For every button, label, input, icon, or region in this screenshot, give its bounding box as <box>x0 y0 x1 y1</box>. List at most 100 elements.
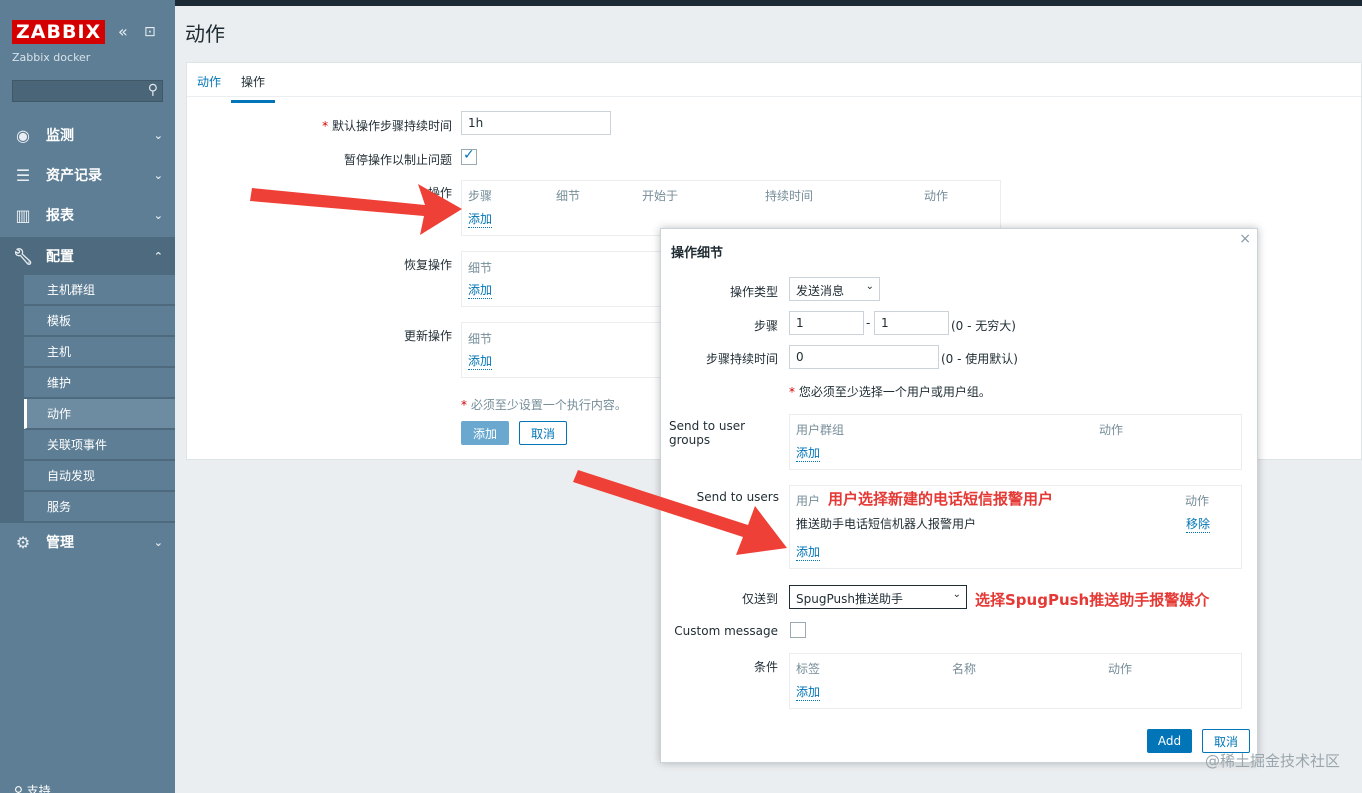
close-icon[interactable]: × <box>1239 231 1251 247</box>
nav-label: 资产记录 <box>46 168 102 184</box>
submenu-hosts[interactable]: 主机 <box>24 337 175 367</box>
col-details: 细节 <box>556 189 581 203</box>
col-tag: 标签 <box>796 662 821 676</box>
annotation-users-note: 用户选择新建的电话短信报警用户 <box>828 490 1054 508</box>
kiosk-mode-icon[interactable]: ⊡ <box>144 24 156 40</box>
nav-inventory[interactable]: ☰ 资产记录 ⌄ <box>0 156 175 194</box>
col-duration: 持续时间 <box>765 189 814 203</box>
step-to-input[interactable]: 1 <box>874 311 949 335</box>
nav-label: 报表 <box>46 208 74 224</box>
search-icon[interactable]: ⚲ <box>148 82 158 98</box>
custom-message-label: Custom message <box>674 624 778 638</box>
nav-configuration[interactable]: 🔧︎ 配置 ⌃ <box>0 237 175 275</box>
tab-operations[interactable]: 操作 <box>231 73 276 103</box>
support-label: 支持 <box>26 784 51 793</box>
chevron-down-icon: ⌄ <box>865 281 874 292</box>
collapse-sidebar-icon[interactable]: « <box>118 22 128 41</box>
dialog-title: 操作细节 <box>671 246 724 261</box>
steps-hint: (0 - 无穷大) <box>951 319 1016 333</box>
configuration-submenu: 主机群组 模板 主机 维护 动作 关联项事件 自动发现 服务 <box>0 275 175 523</box>
default-step-duration-label: * 默认操作步骤持续时间 <box>322 119 452 133</box>
chevron-down-icon: ⌄ <box>153 535 163 549</box>
step-duration-input[interactable]: 0 <box>789 345 939 369</box>
recovery-label: 恢复操作 <box>403 258 452 272</box>
users-add-link[interactable]: 添加 <box>796 543 821 561</box>
tab-bar: 动作 操作 <box>187 63 1361 103</box>
nav-administration[interactable]: ⚙ 管理 ⌄ <box>0 523 175 561</box>
custom-message-checkbox[interactable] <box>790 622 806 638</box>
recovery-table: 细节 添加 <box>461 251 661 307</box>
nav-monitoring[interactable]: ◉ 监测 ⌄ <box>0 116 175 154</box>
conditions-table: 标签 名称 动作 添加 <box>789 653 1242 709</box>
nav-label: 管理 <box>46 535 74 551</box>
operations-label: 操作 <box>427 186 452 200</box>
col-details: 细节 <box>468 261 493 275</box>
eye-icon: ◉ <box>16 125 30 145</box>
dialog-add-button[interactable]: Add <box>1147 729 1192 753</box>
groups-add-link[interactable]: 添加 <box>796 444 821 462</box>
send-users-label: Send to users <box>696 490 779 504</box>
col-action: 动作 <box>924 189 949 203</box>
search-input[interactable]: ⚲ <box>12 80 163 102</box>
support-link[interactable]: ⚲ 支持 <box>14 782 51 793</box>
step-duration-hint: (0 - 使用默认) <box>941 352 1018 366</box>
operation-type-label: 操作类型 <box>729 285 778 299</box>
col-user-group: 用户群组 <box>796 423 845 437</box>
submenu-actions[interactable]: 动作 <box>24 399 175 429</box>
update-label: 更新操作 <box>403 329 452 343</box>
submenu-event-correlation[interactable]: 关联项事件 <box>24 430 175 460</box>
submenu-discovery[interactable]: 自动发现 <box>24 461 175 491</box>
operation-type-select[interactable]: 发送消息 ⌄ <box>789 277 880 301</box>
col-name: 名称 <box>952 662 977 676</box>
watermark: @稀土掘金技术社区 <box>1204 752 1340 770</box>
submenu-services[interactable]: 服务 <box>24 492 175 522</box>
chevron-up-icon: ⌃ <box>153 249 163 263</box>
server-name: Zabbix docker <box>12 51 91 64</box>
page-title: 动作 <box>185 22 225 46</box>
user-row-name: 推送助手电话短信机器人报警用户 <box>796 517 977 531</box>
col-step: 步骤 <box>468 189 493 203</box>
nav-reports[interactable]: ▥ 报表 ⌄ <box>0 196 175 234</box>
remove-user-link[interactable]: 移除 <box>1186 515 1211 533</box>
bar-chart-icon: ▥ <box>15 205 31 225</box>
submenu-host-groups[interactable]: 主机群组 <box>24 275 175 305</box>
user-required-note: * 您必须至少选择一个用户或用户组。 <box>789 385 991 399</box>
chevron-down-icon: ⌄ <box>153 168 163 182</box>
submenu-templates[interactable]: 模板 <box>24 306 175 336</box>
submenu-maintenance[interactable]: 维护 <box>24 368 175 398</box>
cancel-button[interactable]: 取消 <box>519 421 567 445</box>
update-table: 细节 添加 <box>461 322 661 378</box>
nav-label: 配置 <box>46 249 74 265</box>
col-action: 动作 <box>1099 423 1124 437</box>
sidebar: ZABBIX « ⊡ Zabbix docker ⚲ ◉ 监测 ⌄ ☰ 资产记录… <box>0 0 175 793</box>
send-only-label: 仅送到 <box>741 592 778 606</box>
default-step-duration-input[interactable]: 1h <box>461 111 611 135</box>
nav-label: 监测 <box>46 128 74 144</box>
zabbix-logo[interactable]: ZABBIX <box>12 20 106 44</box>
conditions-add-link[interactable]: 添加 <box>796 683 821 701</box>
chevron-down-icon: ⌄ <box>153 128 163 142</box>
step-from-input[interactable]: 1 <box>789 311 864 335</box>
gear-icon: ⚙ <box>15 532 31 552</box>
steps-label: 步骤 <box>753 319 778 333</box>
selected-value: SpugPush推送助手 <box>796 592 903 606</box>
pause-label: 暂停操作以制止问题 <box>343 153 452 167</box>
send-only-select[interactable]: SpugPush推送助手 ⌄ <box>789 585 967 609</box>
operations-add-link[interactable]: 添加 <box>468 210 493 228</box>
chevron-down-icon: ⌄ <box>952 589 961 600</box>
col-user: 用户 <box>796 494 821 508</box>
list-icon: ☰ <box>15 165 31 185</box>
update-add-link[interactable]: 添加 <box>468 352 493 370</box>
col-details: 细节 <box>468 332 493 346</box>
conditions-label: 条件 <box>753 660 778 674</box>
required-note: * 必须至少设置一个执行内容。 <box>461 398 627 412</box>
add-button[interactable]: 添加 <box>461 421 509 445</box>
top-strip <box>175 0 1362 6</box>
step-duration-label: 步骤持续时间 <box>705 352 778 366</box>
recovery-add-link[interactable]: 添加 <box>468 281 493 299</box>
annotation-media-note: 选择SpugPush推送助手报警媒介 <box>975 591 1210 609</box>
support-icon: ⚲ <box>14 784 27 793</box>
pause-checkbox[interactable] <box>461 147 477 165</box>
tab-action[interactable]: 动作 <box>197 73 221 100</box>
col-action: 动作 <box>1108 662 1133 676</box>
